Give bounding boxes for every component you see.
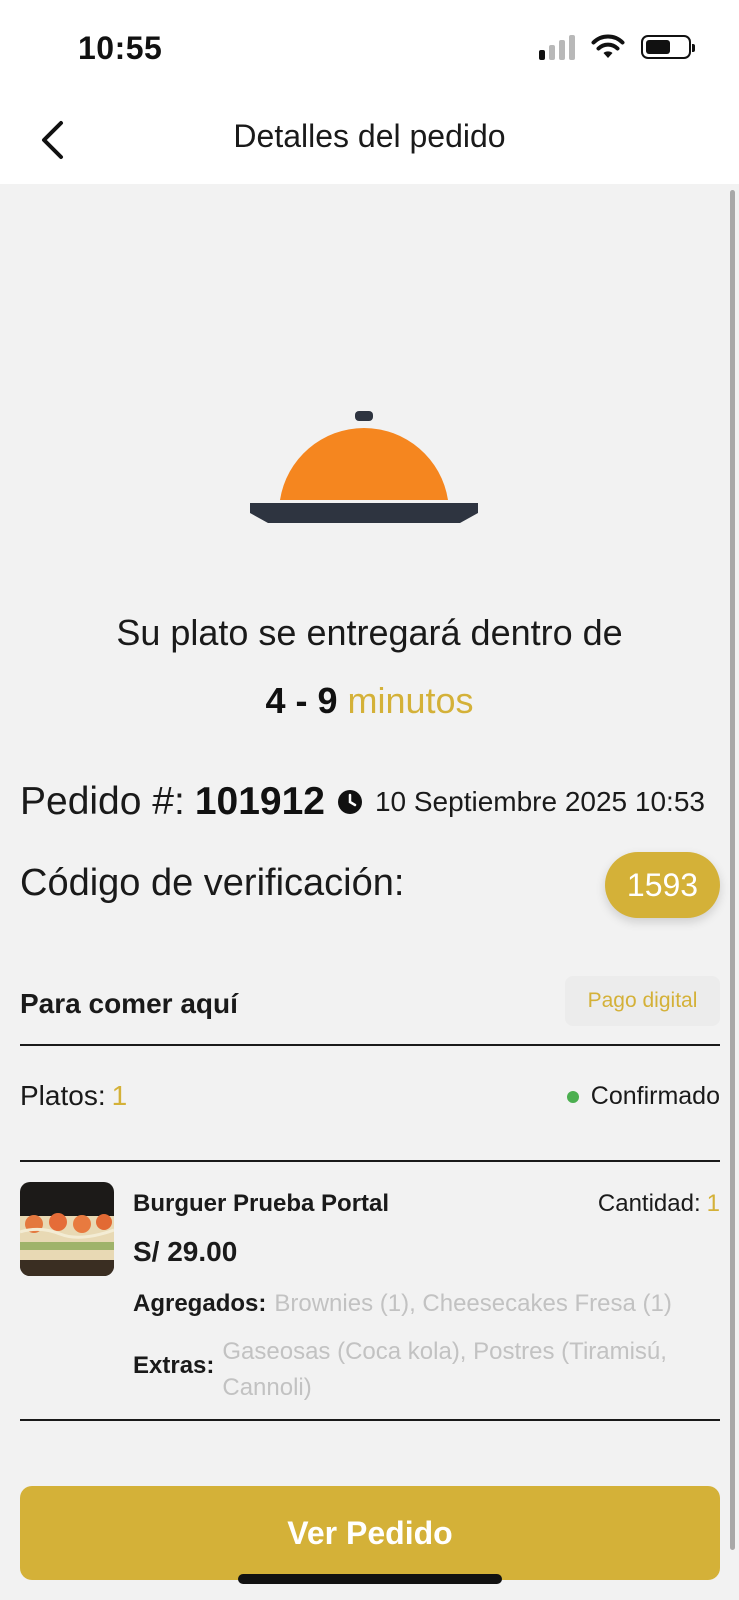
item-extras: Extras: Gaseosas (Coca kola), Postres (T…	[133, 1334, 720, 1406]
item-thumbnail	[20, 1182, 114, 1276]
addons-value: Brownies (1), Cheesecakes Fresa (1)	[274, 1290, 672, 1317]
plates-label: Platos:	[20, 1080, 106, 1111]
clock-icon	[337, 789, 363, 815]
home-indicator	[238, 1574, 502, 1584]
order-info: Pedido #: 101912 10 Septiembre 2025 10:5…	[20, 780, 735, 824]
nav-bar: Detalles del pedido	[0, 96, 739, 184]
delivery-message: Su plato se entregará dentro de	[116, 612, 623, 653]
wifi-icon	[591, 34, 625, 58]
divider	[20, 1160, 720, 1162]
divider	[20, 1044, 720, 1046]
service-row: Para comer aquí Pago digital	[20, 976, 720, 1026]
food-cloche-icon	[250, 411, 478, 523]
status-text: Confirmado	[590, 1082, 720, 1110]
status-time: 10:55	[78, 30, 163, 66]
verification-code-badge: 1593	[605, 852, 720, 918]
quantity-value: 1	[706, 1190, 720, 1217]
delivery-eta: 4 - 9 minutos	[0, 680, 739, 722]
quantity-label: Cantidad:	[597, 1190, 701, 1217]
service-type: Para comer aquí	[20, 988, 238, 1019]
verification-label: Código de verificación:	[20, 862, 405, 904]
scroll-indicator	[730, 190, 735, 1550]
order-item: Burguer Prueba Portal Cantidad: 1 S/ 29.0…	[20, 1182, 720, 1402]
order-label: Pedido #:	[20, 780, 185, 823]
order-number: 101912	[194, 780, 325, 823]
plates-row: Platos: 1 Confirmado	[20, 1080, 720, 1120]
eta-range: 4 - 9	[265, 680, 338, 721]
status-dot-icon	[566, 1090, 579, 1103]
plates-info: Platos: 1	[20, 1080, 127, 1112]
status-bar: 10:55	[0, 0, 739, 96]
payment-badge: Pago digital	[565, 976, 720, 1026]
view-order-button[interactable]: Ver Pedido	[20, 1486, 720, 1580]
status-icons	[539, 34, 695, 60]
plates-count: 1	[111, 1080, 128, 1111]
cellular-signal-icon	[539, 34, 575, 60]
order-datetime: 10 Septiembre 2025 10:53	[374, 786, 705, 817]
item-price: S/ 29.00	[133, 1236, 238, 1267]
eta-unit: minutos	[347, 680, 474, 721]
item-addons: Agregados: Brownies (1), Cheesecakes Fres…	[133, 1290, 672, 1318]
item-name: Burguer Prueba Portal	[133, 1190, 390, 1217]
battery-icon	[641, 35, 695, 59]
addons-label: Agregados:	[133, 1290, 267, 1317]
page-title: Detalles del pedido	[233, 118, 506, 154]
extras-label: Extras:	[133, 1352, 215, 1379]
verification-row: Código de verificación: 1593	[20, 850, 720, 920]
item-quantity: Cantidad: 1	[598, 1190, 720, 1218]
extras-value: Gaseosas (Coca kola), Postres (Tiramisú,…	[222, 1338, 667, 1401]
divider	[20, 1419, 720, 1421]
order-status: Confirmado	[566, 1082, 720, 1111]
